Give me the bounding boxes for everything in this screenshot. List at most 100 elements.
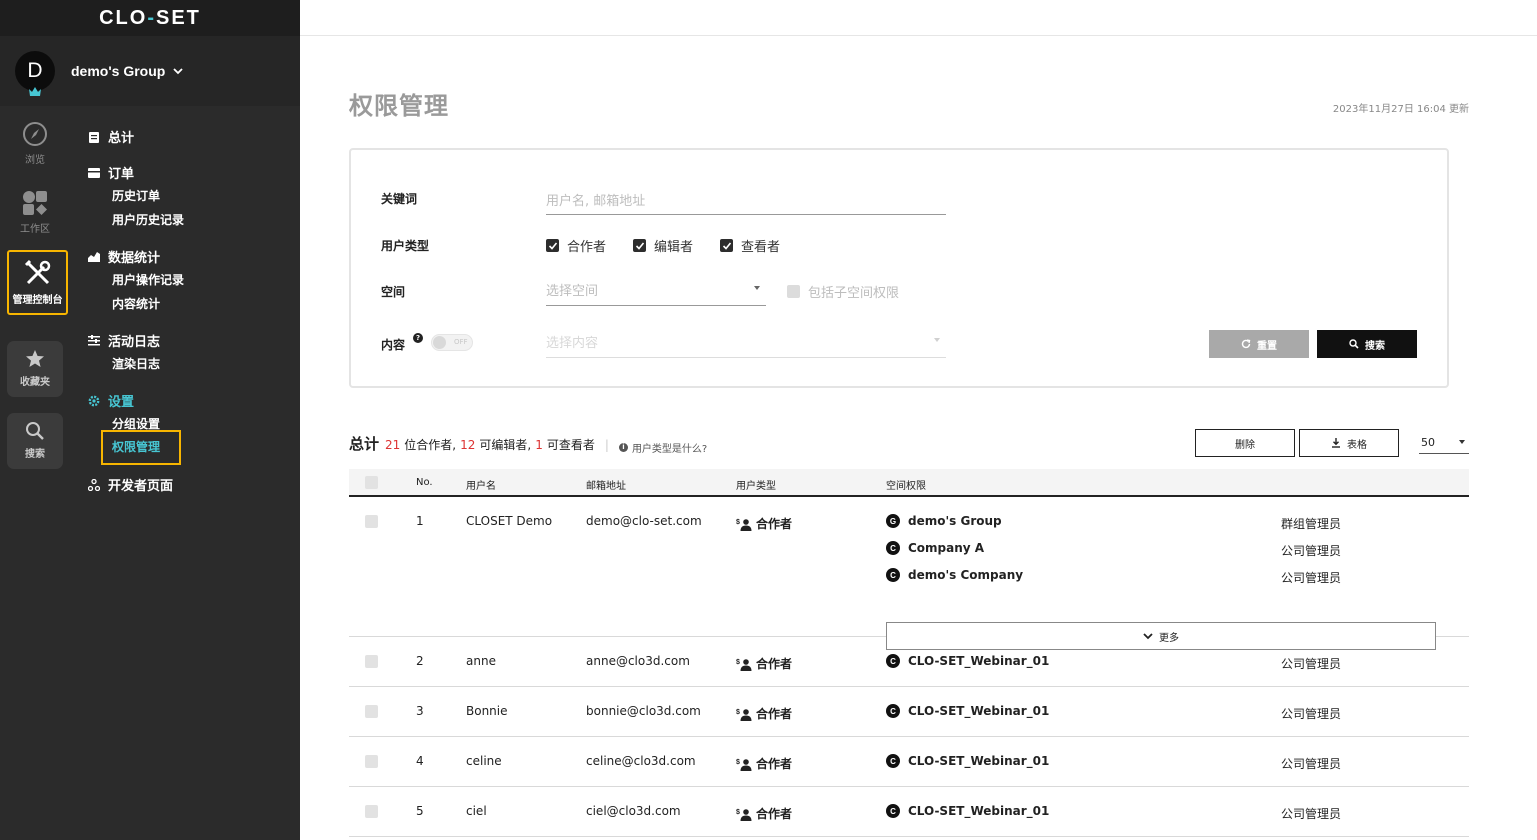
sliders-icon [88, 335, 100, 346]
closet-logo[interactable]: CLO-SET [99, 7, 201, 30]
type-checkbox-viewer[interactable]: 查看者 [720, 236, 780, 255]
perm-role: 公司管理员 [1281, 757, 1342, 771]
table-header: No. 用户名 邮箱地址 用户类型 空间权限 [349, 469, 1469, 497]
perm-space[interactable]: C CLO-SET_Webinar_01 [886, 654, 1049, 668]
svg-text:$: $ [736, 709, 740, 716]
admin-menu: 总计 订单 历史订单 用户历史记录 数据统计 用户操作记录 内容统计 活动日志 … [70, 106, 300, 840]
content-select[interactable]: 选择内容 [546, 328, 946, 358]
page-title: 权限管理 [349, 92, 449, 120]
checkbox-checked [720, 239, 733, 252]
usertype-cell: $ 合作者 [736, 807, 793, 821]
row-checkbox[interactable] [365, 805, 378, 818]
reset-button[interactable]: 重置 [1209, 330, 1309, 358]
collaborator-icon: $ [736, 759, 752, 771]
usertype-label: 用户类型 [381, 239, 430, 253]
result-summary: 总计 21 位合作者, 12 可编辑者, 1 可查看者 | i 用户类型是什么? [349, 435, 708, 455]
checkbox-checked [546, 239, 559, 252]
info-icon: i [618, 442, 628, 452]
perm-space[interactable]: Gdemo's Group [886, 514, 1002, 528]
company-badge-icon: C [886, 568, 900, 582]
users-table: No. 用户名 邮箱地址 用户类型 空间权限 1 CLOSET Demo dem… [349, 469, 1469, 837]
group-avatar: D [15, 51, 55, 96]
menu-activity-log[interactable]: 活动日志 [88, 331, 160, 350]
toggle-knob [433, 336, 446, 349]
checkbox-disabled [787, 285, 800, 298]
page-size-select[interactable]: 50 [1419, 430, 1469, 454]
table-row: 5 ciel ciel@clo3d.com $ 合作者 C CLO-SET_Web… [349, 787, 1469, 837]
rail-search[interactable]: 搜索 [7, 413, 63, 469]
company-badge-icon: C [886, 804, 900, 818]
tools-icon [24, 259, 50, 285]
perm-role: 公司管理员 [1281, 707, 1342, 721]
menu-user-actions[interactable]: 用户操作记录 [112, 271, 184, 288]
menu-user-history[interactable]: 用户历史记录 [112, 211, 184, 228]
perm-role: 公司管理员 [1281, 544, 1342, 558]
usertype-cell: $ 合作者 [736, 657, 793, 671]
col-no[interactable]: No. [416, 477, 433, 488]
menu-developer[interactable]: 开发者页面 [88, 475, 173, 494]
caret-down-icon [1459, 440, 1465, 444]
select-all-checkbox[interactable] [365, 476, 378, 489]
row-checkbox[interactable] [365, 515, 378, 528]
menu-summary[interactable]: 总计 [88, 127, 134, 146]
company-badge-icon: C [886, 541, 900, 555]
perm-space[interactable]: Cdemo's Company [886, 568, 1023, 582]
menu-content-stats[interactable]: 内容统计 [112, 295, 160, 312]
usertype-cell: $ 合作者 [736, 757, 793, 771]
export-sheet-button[interactable]: 表格 [1299, 429, 1399, 457]
include-subspace-checkbox[interactable]: 包括子空间权限 [787, 282, 899, 301]
search-icon [26, 422, 44, 440]
perm-space[interactable]: C CLO-SET_Webinar_01 [886, 754, 1049, 768]
space-select[interactable]: 选择空间 [546, 276, 766, 306]
group-switcher[interactable]: D demo's Group [0, 36, 300, 106]
help-icon[interactable]: ? [413, 333, 423, 343]
gear-icon [88, 395, 100, 406]
chevron-down-icon [173, 67, 183, 74]
search-button[interactable]: 搜索 [1317, 330, 1417, 358]
rail-browse[interactable]: 浏览 [7, 121, 63, 166]
company-badge-icon: C [886, 704, 900, 718]
refresh-icon [1241, 339, 1251, 349]
row-checkbox[interactable] [365, 755, 378, 768]
collaborator-icon: $ [736, 519, 752, 531]
col-username[interactable]: 用户名 [466, 477, 496, 492]
col-permissions: 空间权限 [886, 481, 926, 492]
perm-role: 公司管理员 [1281, 571, 1342, 585]
menu-settings[interactable]: 设置 [88, 391, 134, 410]
menu-orders[interactable]: 订单 [88, 163, 134, 182]
logo-bar: CLO-SET [0, 0, 300, 36]
checkbox-checked [633, 239, 646, 252]
menu-stats[interactable]: 数据统计 [88, 247, 160, 266]
app-root: CLO-SET D demo's Group 浏览 工作区 管理控制台 收藏夹 … [0, 0, 1537, 840]
search-icon [1349, 339, 1359, 349]
icon-rail: 浏览 工作区 管理控制台 收藏夹 搜索 [0, 106, 70, 840]
download-icon [1332, 438, 1340, 448]
menu-render-log[interactable]: 渲染日志 [112, 355, 160, 372]
perm-space[interactable]: C CLO-SET_Webinar_01 [886, 804, 1049, 818]
perm-role: 公司管理员 [1281, 807, 1342, 821]
col-email[interactable]: 邮箱地址 [586, 477, 626, 492]
rail-admin-console[interactable]: 管理控制台 [7, 250, 68, 315]
content-label: 内容 [381, 338, 406, 352]
menu-permissions[interactable]: 权限管理 [101, 430, 181, 465]
content-toggle[interactable]: OFF [431, 334, 473, 351]
collaborator-icon: $ [736, 709, 752, 721]
perm-role: 公司管理员 [1281, 657, 1342, 671]
caret-down-icon [934, 338, 940, 342]
type-checkbox-editor[interactable]: 编辑者 [633, 236, 693, 255]
type-checkbox-collaborator[interactable]: 合作者 [546, 236, 606, 255]
space-label: 空间 [381, 285, 406, 299]
rail-favorites[interactable]: 收藏夹 [7, 341, 63, 397]
rail-workspace[interactable]: 工作区 [7, 190, 63, 235]
col-usertype[interactable]: 用户类型 [736, 477, 776, 492]
menu-order-history[interactable]: 历史订单 [112, 187, 160, 204]
group-badge-icon: G [886, 514, 900, 528]
row-checkbox[interactable] [365, 655, 378, 668]
row-checkbox[interactable] [365, 705, 378, 718]
usertype-help-link[interactable]: i 用户类型是什么? [618, 440, 707, 455]
card-icon [88, 167, 100, 178]
delete-button[interactable]: 删除 [1195, 429, 1295, 457]
perm-space[interactable]: C CLO-SET_Webinar_01 [886, 704, 1049, 718]
keyword-input[interactable] [546, 185, 946, 215]
perm-space[interactable]: C Company A [886, 541, 984, 555]
